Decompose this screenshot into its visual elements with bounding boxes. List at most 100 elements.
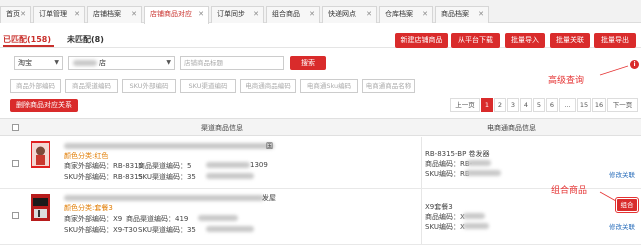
redacted-product-title	[64, 195, 264, 201]
tab-label: 订单管理	[39, 10, 67, 18]
shop-select[interactable]: 店 ▼	[68, 56, 175, 70]
new-shop-product-button[interactable]: 新建店铺商品	[395, 33, 448, 48]
ecom-sku-code: SKU编码：RB	[425, 170, 470, 178]
tab-home[interactable]: 首页 ✕	[0, 6, 31, 23]
download-from-platform-button[interactable]: 从平台下载	[451, 33, 500, 48]
tab-label: 组合商品	[272, 10, 300, 18]
annotation-arrow	[599, 65, 629, 76]
close-icon[interactable]: ✕	[198, 7, 204, 22]
merchant-outer-code: 商家外部编码：RB-8315	[64, 162, 144, 170]
product-thumbnail	[31, 194, 50, 221]
chevron-down-icon: ▼	[54, 59, 59, 66]
page-4[interactable]: 4	[520, 98, 532, 112]
page-6[interactable]: 6	[546, 98, 558, 112]
close-icon[interactable]: ✕	[366, 7, 372, 22]
shop-value: 店	[99, 59, 106, 67]
filter-sku-channel-code[interactable]: SKU渠道编码	[180, 79, 236, 93]
tab-warehouse[interactable]: 仓库档案 ✕	[379, 6, 433, 23]
tab-express[interactable]: 快递网点 ✕	[322, 6, 377, 23]
product-title-tail: 发屋	[262, 194, 276, 202]
combo-product-annotation: 组合商品	[551, 186, 588, 196]
product-image-portrait	[31, 141, 50, 168]
table-header	[0, 118, 641, 136]
subtab-unmatched[interactable]: 未匹配(8)	[67, 34, 104, 45]
channel-product-info-header: 渠道商品信息	[201, 124, 243, 132]
row-checkbox[interactable]	[12, 212, 19, 219]
product-image-kit	[31, 194, 50, 221]
search-button[interactable]: 搜索	[290, 56, 326, 70]
ecom-product-code: 商品编码：RB-	[425, 160, 473, 168]
row-checkbox[interactable]	[12, 160, 19, 167]
edit-link-button[interactable]: 修改关联	[609, 221, 635, 231]
edit-link-button[interactable]: 修改关联	[609, 169, 635, 179]
close-icon[interactable]: ✕	[478, 7, 484, 22]
tab-label: 首页	[6, 10, 20, 18]
merchant-outer-code: 商家外部编码：X9	[64, 215, 123, 223]
filter-product-outer-code[interactable]: 商品外部编码	[10, 79, 61, 93]
tab-product-archive[interactable]: 商品档案 ✕	[435, 6, 489, 23]
ecom-product-info-header: 电商通商品信息	[487, 124, 536, 132]
remove-mapping-button[interactable]: 删除商品对应关系	[10, 99, 78, 112]
batch-import-button[interactable]: 批量导入	[505, 33, 545, 48]
tab-order-manage[interactable]: 订单管理 ✕	[33, 6, 85, 23]
tab-order-sync[interactable]: 订单同步 ✕	[211, 6, 264, 23]
ecom-product-code: 商品编码：X	[425, 213, 465, 221]
tab-label: 快递网点	[328, 10, 356, 18]
product-channel-code-tail: 1309	[250, 161, 268, 169]
close-icon[interactable]: ✕	[253, 7, 259, 22]
redacted-shop-name	[73, 60, 97, 66]
close-icon[interactable]: ✕	[131, 7, 137, 22]
platform-select[interactable]: 淘宝 ▼	[14, 56, 63, 70]
close-icon[interactable]: ✕	[20, 7, 26, 22]
tab-label: 店铺档案	[93, 10, 121, 18]
product-title-tail: 国	[266, 142, 273, 150]
redacted-code	[206, 173, 254, 179]
page-15[interactable]: 15	[577, 98, 591, 112]
platform-value: 淘宝	[18, 59, 32, 67]
redacted-code	[467, 160, 491, 166]
next-page-button[interactable]: 下一页	[607, 98, 638, 112]
filter-sku-outer-code[interactable]: SKU外部编码	[122, 79, 176, 93]
redacted-product-title	[64, 143, 274, 149]
page-3[interactable]: 3	[507, 98, 519, 112]
tab-combo-product[interactable]: 组合商品 ✕	[266, 6, 320, 23]
page-5[interactable]: 5	[533, 98, 545, 112]
combo-badge: 组合	[615, 197, 639, 213]
ecom-product-title: RB-8315-BP 卷发器	[425, 150, 490, 158]
sku-outer-code: SKU外部编码：X9-T30	[64, 226, 138, 234]
page-ellipsis: ...	[559, 98, 576, 112]
redacted-code	[465, 170, 501, 176]
close-icon[interactable]: ✕	[309, 7, 315, 22]
prev-page-button[interactable]: 上一页	[450, 98, 480, 112]
product-channel-code: 商品渠道编码：419	[126, 215, 189, 223]
close-icon[interactable]: ✕	[422, 7, 428, 22]
page-2[interactable]: 2	[494, 98, 506, 112]
redacted-code	[206, 162, 250, 168]
close-icon[interactable]: ✕	[74, 7, 80, 22]
filter-ecom-product-code[interactable]: 电商通商品编码	[240, 79, 296, 93]
tab-shop-product-map[interactable]: 店铺商品对应 ✕	[144, 6, 209, 24]
title-search-input[interactable]: 店铺商品标题	[180, 56, 284, 70]
batch-export-button[interactable]: 批量导出	[594, 33, 636, 48]
advanced-query-annotation: 高级查询	[548, 76, 585, 86]
filter-product-channel-code[interactable]: 商品渠道编码	[65, 79, 118, 93]
sku-channel-code: SKU渠道编码：35	[138, 173, 196, 181]
tab-shop-archive[interactable]: 店铺档案 ✕	[87, 6, 142, 23]
redacted-code	[206, 226, 254, 232]
product-channel-code: 商品渠道编码：5	[138, 162, 192, 170]
batch-link-button[interactable]: 批量关联	[550, 33, 590, 48]
select-all-checkbox[interactable]	[12, 124, 19, 131]
subtab-matched[interactable]: 已匹配(158)	[3, 34, 51, 45]
page-1[interactable]: 1	[481, 98, 493, 112]
filter-ecom-sku-code[interactable]: 电商通Sku编码	[300, 79, 358, 93]
tab-label: 仓库档案	[385, 10, 413, 18]
page-16[interactable]: 16	[592, 98, 606, 112]
sku-outer-code: SKU外部编码：RB-8315	[64, 173, 143, 181]
filter-ecom-product-name[interactable]: 电商通商品名称	[362, 79, 415, 93]
tab-label: 商品档案	[441, 10, 469, 18]
sku-channel-code: SKU渠道编码：35	[138, 226, 196, 234]
redacted-code	[198, 215, 238, 221]
color-class: 颜色分类:红色	[64, 152, 109, 160]
redacted-code	[463, 213, 485, 219]
chevron-down-icon: ▼	[166, 59, 171, 66]
